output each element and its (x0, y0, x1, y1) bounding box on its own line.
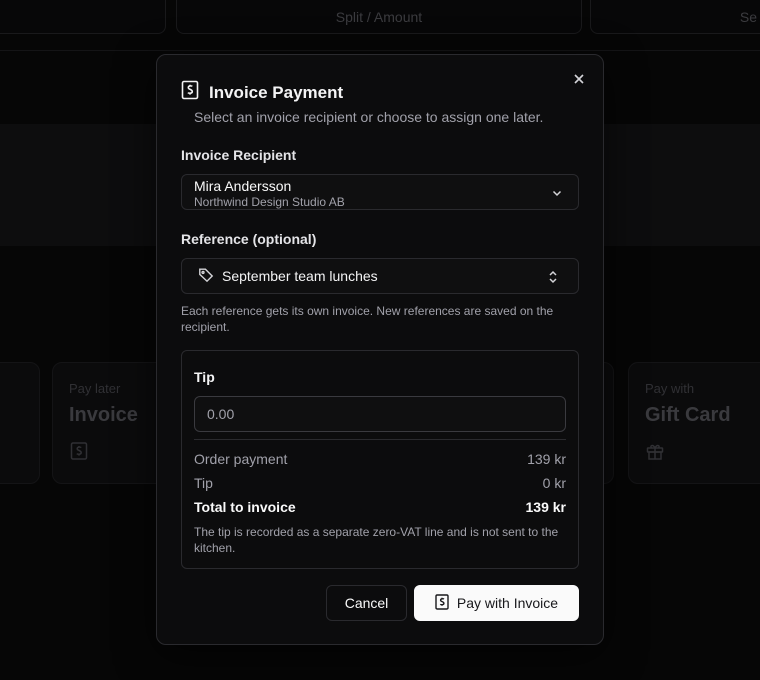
reference-label: Reference (optional) (181, 231, 317, 247)
tip-divider (194, 439, 566, 440)
order-payment-label: Order payment (194, 451, 288, 467)
chevron-down-icon (550, 186, 564, 205)
close-icon[interactable] (571, 71, 587, 87)
recipient-label: Invoice Recipient (181, 147, 297, 163)
tip-row-label: Tip (194, 475, 213, 491)
recipient-select[interactable]: Mira Andersson Northwind Design Studio A… (181, 174, 579, 210)
receipt-icon (435, 593, 449, 613)
receipt-icon (181, 80, 199, 105)
dialog-header: Invoice Payment (181, 80, 343, 105)
order-payment-value: 139 kr (527, 451, 566, 467)
recipient-company: Northwind Design Studio AB (194, 195, 345, 209)
order-payment-row: Order payment 139 kr (194, 451, 566, 467)
pay-button-label: Pay with Invoice (456, 595, 559, 611)
pay-with-invoice-button[interactable]: Pay with Invoice (414, 585, 579, 621)
total-value: 139 kr (525, 499, 566, 515)
tip-row: Tip 0 kr (194, 475, 566, 491)
dialog-title: Invoice Payment (209, 82, 344, 102)
tip-label: Tip (194, 369, 215, 385)
tip-note: The tip is recorded as a separate zero-V… (194, 525, 559, 555)
tip-section: Tip Order payment 139 kr Tip 0 kr Total … (181, 350, 579, 569)
tip-row-value: 0 kr (542, 475, 566, 491)
reference-value: September team lunches (222, 268, 378, 284)
chevron-up-down-icon (546, 270, 560, 287)
total-row: Total to invoice 139 kr (194, 499, 566, 515)
invoice-payment-dialog: Invoice Payment Select an invoice recipi… (156, 54, 604, 645)
tip-input[interactable] (194, 396, 566, 432)
cancel-button[interactable]: Cancel (326, 585, 407, 621)
total-label: Total to invoice (194, 499, 296, 515)
recipient-name: Mira Andersson (194, 178, 292, 194)
tag-icon (198, 267, 214, 286)
dialog-subtitle: Select an invoice recipient or choose to… (194, 109, 544, 125)
reference-help-text: Each reference gets its own invoice. New… (181, 304, 554, 334)
reference-select[interactable]: September team lunches (181, 258, 579, 294)
